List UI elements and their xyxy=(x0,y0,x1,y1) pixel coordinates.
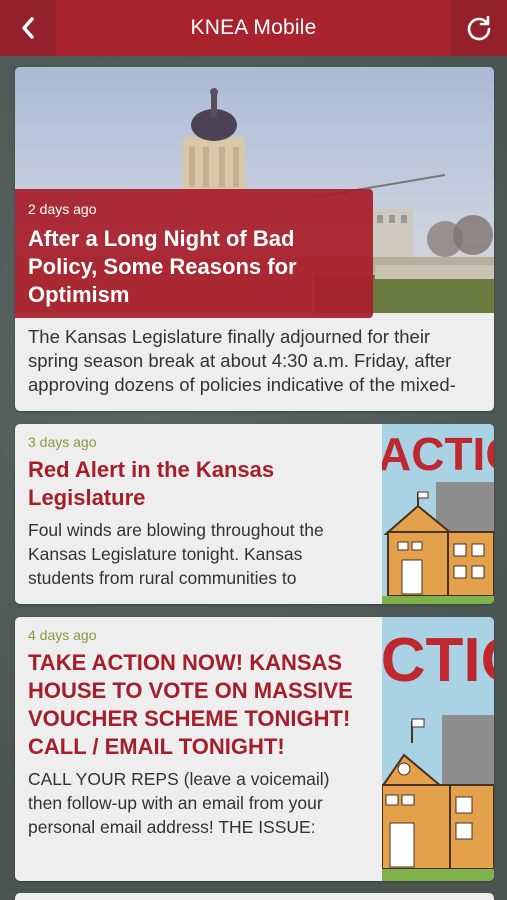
article-thumbnail: ACTION xyxy=(382,617,494,881)
back-button[interactable] xyxy=(0,0,56,56)
article-title[interactable]: TAKE ACTION NOW! KANSAS HOUSE TO VOTE ON… xyxy=(28,649,368,761)
article-timestamp: 3 days ago xyxy=(28,434,97,450)
article-excerpt: CALL YOUR REPS (leave a voicemail) then … xyxy=(28,769,330,837)
chevron-left-icon xyxy=(22,17,34,39)
app-header: KNEA Mobile xyxy=(0,0,507,56)
featured-caption: 2 days ago After a Long Night of Bad Pol… xyxy=(15,189,373,318)
thumbnail-action-text: ACTION xyxy=(382,428,494,480)
featured-title[interactable]: After a Long Night of Bad Policy, Some R… xyxy=(28,225,361,309)
thumbnail-action-text: ACTION xyxy=(382,626,494,695)
article-title[interactable]: Red Alert in the Kansas Legislature xyxy=(28,456,368,512)
article-excerpt: Foul winds are blowing throughout the Ka… xyxy=(28,520,324,588)
article-timestamp: 4 days ago xyxy=(28,627,97,643)
app-title: KNEA Mobile xyxy=(190,16,317,39)
refresh-icon xyxy=(467,15,491,41)
article-card[interactable]: 4 days ago TAKE ACTION NOW! KANSAS HOUSE… xyxy=(15,617,494,881)
article-text: 4 days ago TAKE ACTION NOW! KANSAS HOUSE… xyxy=(28,627,368,839)
featured-article-card[interactable]: 2 days ago After a Long Night of Bad Pol… xyxy=(15,67,494,411)
article-thumbnail: ACTION xyxy=(382,424,494,604)
article-text: 3 days ago Red Alert in the Kansas Legis… xyxy=(28,434,368,590)
article-card[interactable] xyxy=(15,893,494,900)
featured-excerpt: The Kansas Legislature finally adjourned… xyxy=(28,326,456,395)
featured-timestamp: 2 days ago xyxy=(28,201,97,217)
refresh-button[interactable] xyxy=(451,0,507,56)
article-card[interactable]: 3 days ago Red Alert in the Kansas Legis… xyxy=(15,424,494,604)
